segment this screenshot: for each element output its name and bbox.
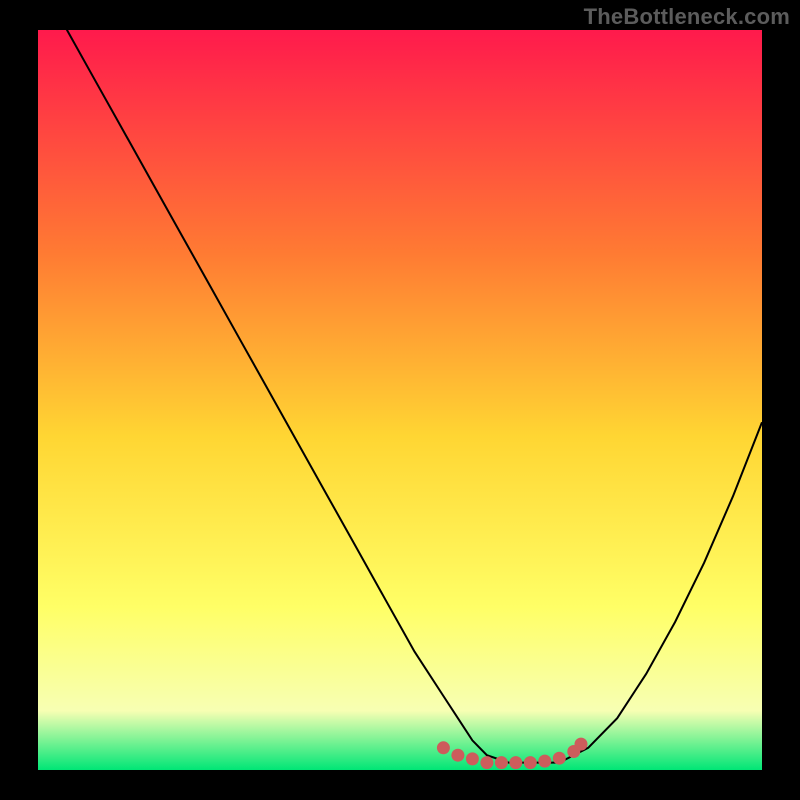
trough-dot: [451, 749, 464, 762]
bottleneck-chart: [0, 0, 800, 800]
trough-dot: [466, 752, 479, 765]
trough-dot: [509, 756, 522, 769]
chart-frame: TheBottleneck.com: [0, 0, 800, 800]
trough-dot: [538, 755, 551, 768]
trough-dot: [575, 738, 588, 751]
watermark-text: TheBottleneck.com: [584, 4, 790, 30]
trough-dot: [524, 756, 537, 769]
trough-dot: [553, 752, 566, 765]
trough-dot: [480, 756, 493, 769]
trough-dot: [437, 741, 450, 754]
trough-dot: [495, 756, 508, 769]
